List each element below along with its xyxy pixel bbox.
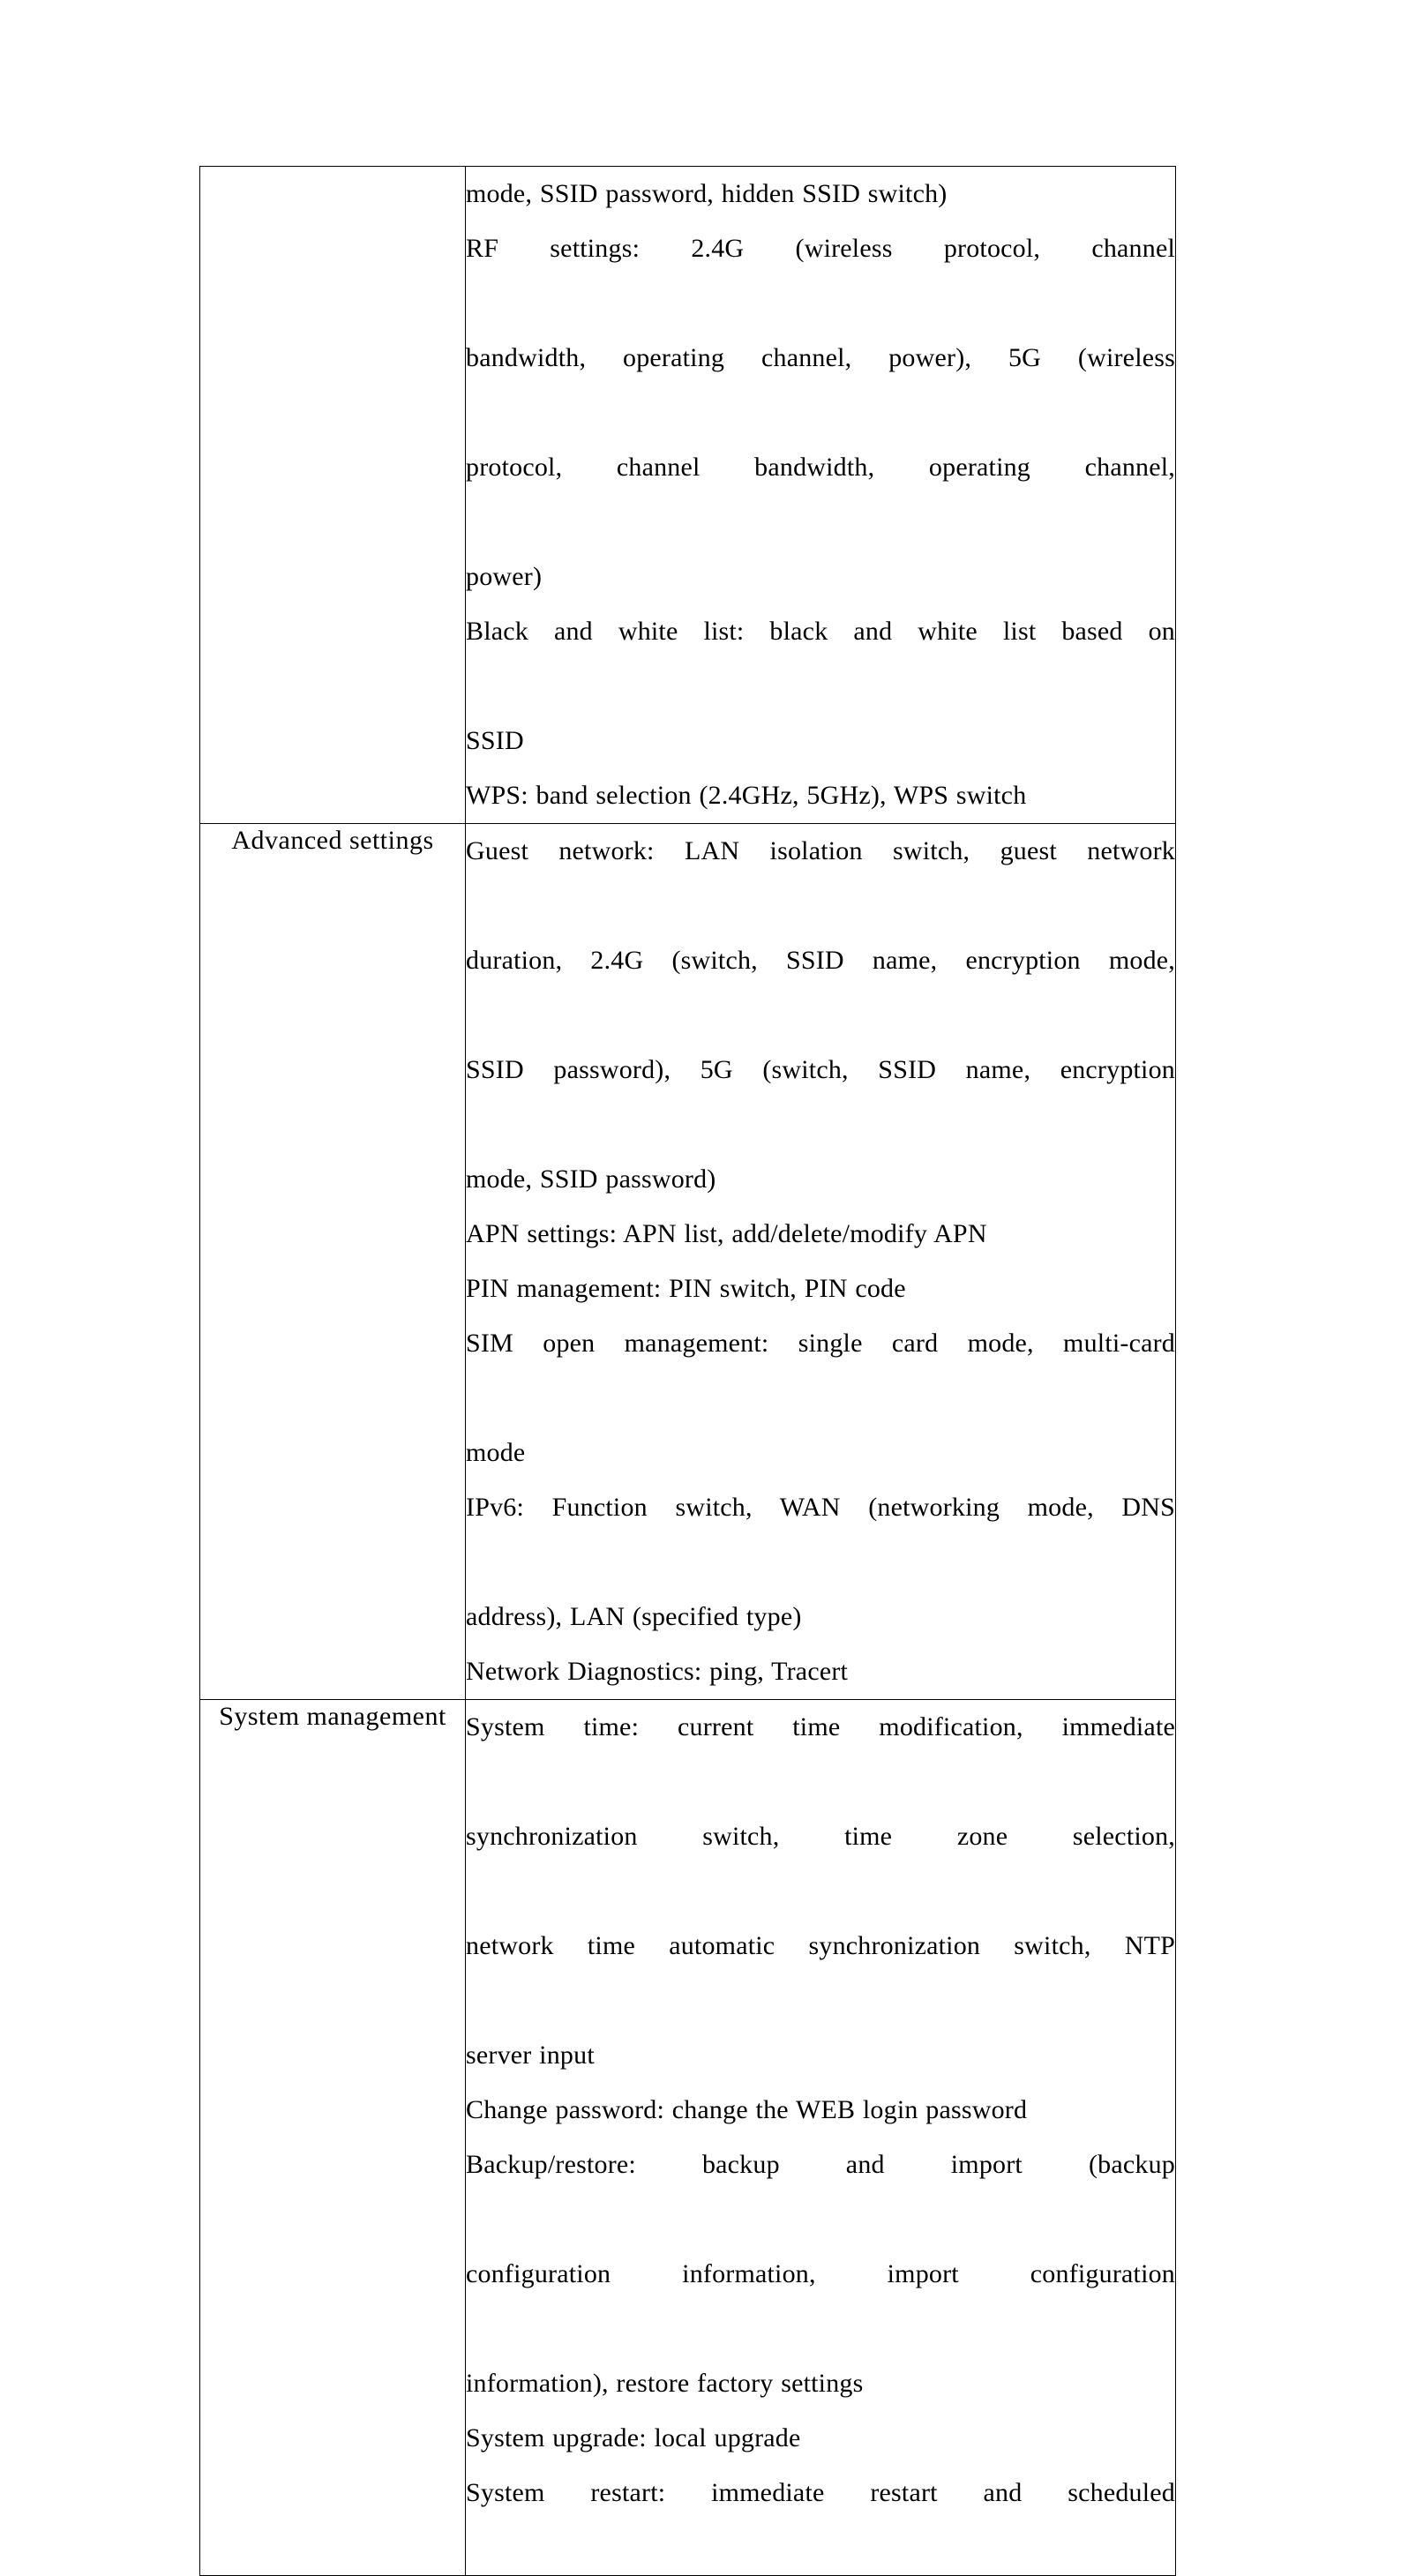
row-category-label-system-management: System management [219, 1702, 446, 1731]
description-line: SIM open management: single card mode, m… [466, 1329, 1175, 1358]
description-line: Change password: change the WEB login pa… [466, 2095, 1028, 2124]
description-line: System upgrade: local upgrade [466, 2423, 801, 2452]
description-line: mode [466, 1438, 526, 1467]
table-row: System management System time: current t… [199, 1699, 1176, 2576]
description-line: information), restore factory settings [466, 2369, 864, 2398]
row-category-cell: System management [199, 1699, 466, 2576]
row-category-cell [199, 166, 466, 824]
description-line: server input [466, 2041, 595, 2070]
document-page: mode, SSID password, hidden SSID switch)… [0, 0, 1401, 2576]
row-description-cell: mode, SSID password, hidden SSID switch)… [465, 166, 1176, 824]
description-line: Guest network: LAN isolation switch, gue… [466, 836, 1175, 865]
description-line: IPv6: Function switch, WAN (networking m… [466, 1493, 1175, 1522]
description-line: protocol, channel bandwidth, operating c… [466, 453, 1175, 482]
row-description-cell: Guest network: LAN isolation switch, gue… [465, 823, 1176, 1700]
description-line: SSID [466, 726, 524, 755]
description-line: Backup/restore: backup and import (backu… [466, 2150, 1175, 2179]
description-line: SSID password), 5G (switch, SSID name, e… [466, 1055, 1175, 1084]
description-line: System time: current time modification, … [466, 1712, 1175, 1741]
description-line: System restart: immediate restart and sc… [466, 2478, 1175, 2507]
description-line: mode, SSID password) [466, 1164, 716, 1194]
description-line: address), LAN (specified type) [466, 1602, 802, 1631]
description-line: PIN management: PIN switch, PIN code [466, 1274, 906, 1303]
table-body: mode, SSID password, hidden SSID switch)… [199, 166, 1176, 2576]
description-line: Network Diagnostics: ping, Tracert [466, 1657, 849, 1686]
row-description-cell: System time: current time modification, … [465, 1699, 1176, 2576]
description-line: bandwidth, operating channel, power), 5G… [466, 343, 1175, 372]
description-line: mode, SSID password, hidden SSID switch) [466, 179, 948, 208]
description-line: Black and white list: black and white li… [466, 617, 1175, 646]
table-row: mode, SSID password, hidden SSID switch)… [199, 166, 1176, 824]
description-line: APN settings: APN list, add/delete/modif… [466, 1219, 987, 1248]
description-line: network time automatic synchronization s… [466, 1931, 1175, 1960]
description-line: power) [466, 562, 543, 591]
description-line: duration, 2.4G (switch, SSID name, encry… [466, 946, 1175, 975]
specification-table: mode, SSID password, hidden SSID switch)… [199, 166, 1176, 2576]
description-line: WPS: band selection (2.4GHz, 5GHz), WPS … [466, 781, 1027, 810]
description-line: configuration information, import config… [466, 2259, 1175, 2288]
row-category-label-advanced-settings: Advanced settings [231, 826, 434, 855]
description-line: RF settings: 2.4G (wireless protocol, ch… [466, 234, 1175, 263]
row-category-cell: Advanced settings [199, 823, 466, 1700]
description-line: synchronization switch, time zone select… [466, 1822, 1175, 1851]
table-row: Advanced settings Guest network: LAN iso… [199, 823, 1176, 1700]
